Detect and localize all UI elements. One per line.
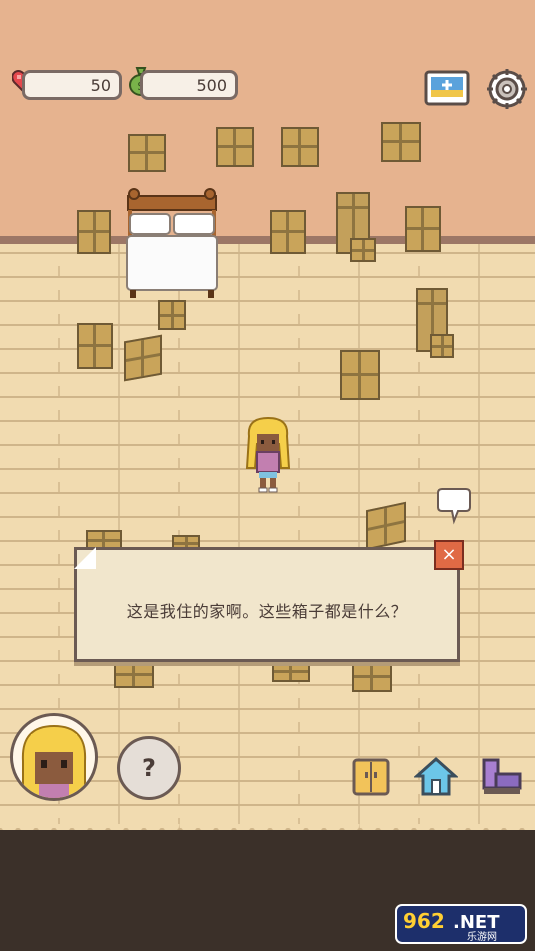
cardboard-box[interactable] (405, 206, 441, 252)
close-button[interactable]: × (434, 540, 464, 570)
cardboard-box[interactable] (158, 300, 186, 330)
avatar[interactable] (10, 713, 98, 801)
hearts-bar: 50 (22, 70, 122, 100)
cardboard-box[interactable] (128, 134, 166, 172)
cardboard-box[interactable] (350, 238, 376, 262)
cardboard-box[interactable] (77, 323, 113, 369)
dialog-text: 这是我住的家啊。这些箱子都是什么？ (126, 602, 408, 621)
speech-bubble-icon (437, 488, 471, 525)
room-wall (0, 0, 535, 238)
bed[interactable] (124, 188, 220, 300)
money-bar: 500 (140, 70, 238, 100)
home-icon[interactable] (414, 756, 458, 798)
watermark-subtitle: 乐游网 (467, 930, 497, 943)
player-character[interactable] (243, 416, 293, 494)
cardboard-box[interactable] (430, 334, 454, 358)
settings-icon[interactable] (486, 68, 528, 110)
dialog-box: 这是我住的家啊。这些箱子都是什么？ (74, 547, 460, 662)
furniture-icon[interactable] (480, 756, 524, 798)
cardboard-box[interactable] (124, 334, 162, 382)
money-value: 500 (196, 76, 227, 95)
cardboard-box[interactable] (281, 127, 319, 167)
cardboard-box[interactable] (114, 660, 154, 688)
cardboard-box[interactable] (270, 210, 306, 254)
cardboard-box[interactable] (77, 210, 111, 254)
cardboard-box[interactable] (272, 660, 310, 682)
watermark-suffix: .NET (453, 912, 500, 933)
watermark-brand: 962 (403, 909, 445, 933)
cardboard-box[interactable] (366, 501, 406, 551)
cardboard-box[interactable] (381, 122, 421, 162)
hearts-value: 50 (90, 76, 111, 95)
site-watermark: 962 .NET 乐游网 (395, 904, 527, 944)
cardboard-box[interactable] (340, 350, 380, 400)
wardrobe-icon[interactable] (350, 756, 392, 798)
photo-album-icon[interactable] (424, 70, 470, 106)
cardboard-box[interactable] (216, 127, 254, 167)
cardboard-box[interactable] (352, 660, 392, 692)
help-button[interactable]: ? (117, 736, 181, 800)
avatar-portrait-icon (21, 724, 87, 798)
